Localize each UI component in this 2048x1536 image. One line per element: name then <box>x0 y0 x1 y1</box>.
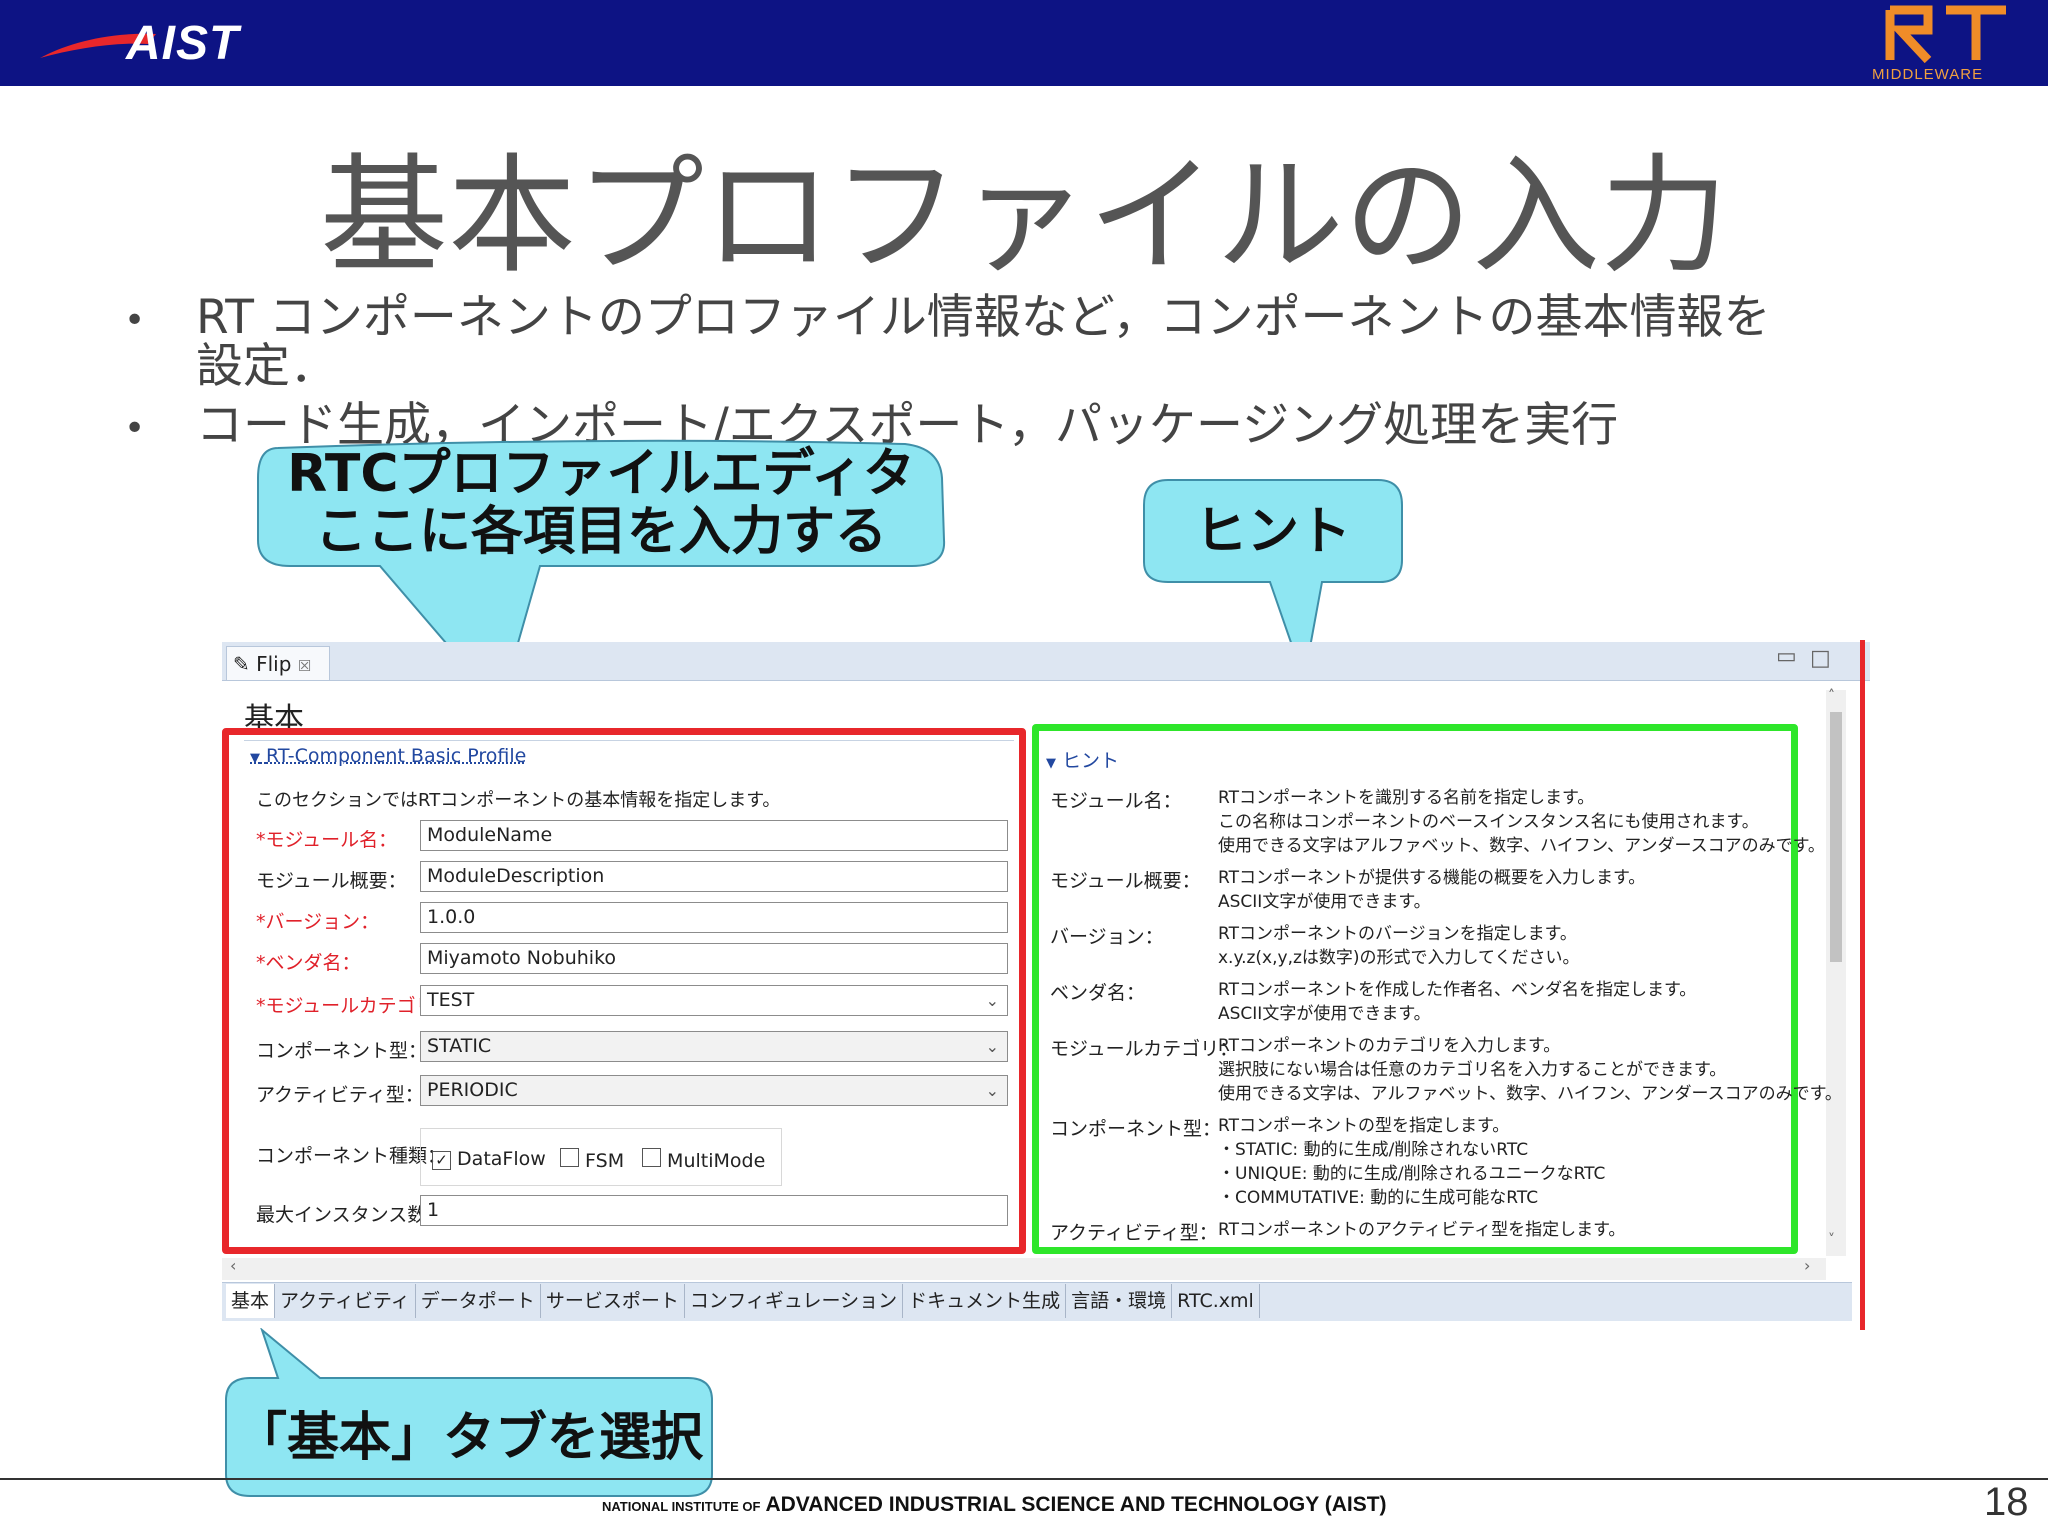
hint-text: ・COMMUTATIVE: 動的に生成可能なRTC <box>1218 1188 1539 1208</box>
tab-language-environment[interactable]: 言語・環境 <box>1066 1284 1173 1318</box>
wrench-icon: ✎ <box>233 652 250 676</box>
module-name-input[interactable]: ModuleName <box>420 820 1008 851</box>
hint-text: RTコンポーネントのカテゴリを入力します。 <box>1218 1036 1561 1056</box>
hint-text: この名称はコンポーネントのベースインスタンス名にも使用されます。 <box>1218 812 1759 832</box>
hint-text: ・STATIC: 動的に生成/削除されないRTC <box>1218 1140 1529 1160</box>
hint-text: RTコンポーネントを識別する名前を指定します。 <box>1218 788 1595 808</box>
editor-tabstrip <box>222 642 1870 681</box>
hint-text: x.y.z(x,y,zは数字)の形式で入力してください。 <box>1218 948 1580 968</box>
vertical-scrollbar-thumb[interactable] <box>1830 712 1842 962</box>
hint-label: モジュールカテゴリ： <box>1050 1038 1239 1060</box>
hint-text: 使用できる文字はアルファベット、数字、ハイフン、アンダースコアのみです。 <box>1218 836 1825 856</box>
section-title-basic-profile[interactable]: ▼ RT-Component Basic Profile <box>250 745 526 767</box>
module-description-input[interactable]: ModuleDescription <box>420 861 1008 892</box>
vendor-label: *ベンダ名： <box>256 952 361 974</box>
footer-institute-main: ADVANCED INDUSTRIAL SCIENCE AND TECHNOLO… <box>765 1493 1387 1516</box>
scroll-down-icon[interactable]: ˅ <box>1828 1232 1835 1248</box>
component-kind-label: コンポーネント種類： <box>256 1145 447 1167</box>
horizontal-scrollbar[interactable] <box>222 1258 1826 1280</box>
scroll-up-icon[interactable]: ˄ <box>1828 688 1835 704</box>
footer-institute: NATIONAL INSTITUTE OF ADVANCED INDUSTRIA… <box>602 1493 1387 1517</box>
chevron-down-icon[interactable]: ⌄ <box>986 1032 999 1061</box>
hint-text: ASCII文字が使用できます。 <box>1218 892 1431 912</box>
checkbox-checked-icon[interactable]: ✓ <box>432 1151 451 1170</box>
tab-configuration[interactable]: コンフィギュレーション <box>685 1284 904 1318</box>
activity-type-combo[interactable]: PERIODIC ⌄ <box>420 1075 1008 1106</box>
module-category-value: TEST <box>427 989 475 1011</box>
editor-callout-line-1: RTCプロファイルエディタ <box>287 444 915 504</box>
minimize-icon[interactable]: ▭ <box>1776 644 1797 669</box>
scroll-right-icon[interactable]: › <box>1804 1256 1810 1275</box>
hint-label: アクティビティ型： <box>1050 1222 1218 1244</box>
hint-label: モジュール名： <box>1050 790 1182 812</box>
hint-label: コンポーネント型： <box>1050 1118 1222 1140</box>
tab-serviceport[interactable]: サービスポート <box>541 1284 685 1318</box>
fsm-checkbox[interactable]: FSM <box>560 1148 624 1172</box>
checkbox-unchecked-icon[interactable] <box>560 1148 579 1167</box>
checkbox-unchecked-icon[interactable] <box>642 1148 661 1167</box>
hint-text: RTコンポーネントのバージョンを指定します。 <box>1218 924 1577 944</box>
tab-dataport[interactable]: データポート <box>416 1284 541 1318</box>
hint-label: バージョン： <box>1050 926 1164 948</box>
hint-text: ・UNIQUE: 動的に生成/削除されるユニークなRTC <box>1218 1164 1606 1184</box>
component-type-value: STATIC <box>427 1035 492 1057</box>
hint-text: 使用できる文字は、アルファベット、数字、ハイフン、アンダースコアのみです。 <box>1218 1084 1842 1104</box>
screenshot-edge-marker <box>1860 640 1865 1330</box>
component-type-label: コンポーネント型： <box>256 1040 428 1062</box>
version-label: *バージョン： <box>256 911 380 933</box>
version-input[interactable]: 1.0.0 <box>420 902 1008 933</box>
chevron-down-icon[interactable]: ⌄ <box>986 1076 999 1105</box>
module-category-combo[interactable]: TEST ⌄ <box>420 985 1008 1016</box>
multimode-label: MultiMode <box>667 1150 766 1172</box>
tab-basic[interactable]: 基本 <box>226 1284 276 1318</box>
bottom-tabs: 基本 アクティビティ データポート サービスポート コンフィギュレーション ドキ… <box>226 1284 1260 1318</box>
module-description-label: モジュール概要： <box>256 870 407 892</box>
tab-activity[interactable]: アクティビティ <box>275 1284 416 1318</box>
dataflow-label: DataFlow <box>457 1148 546 1170</box>
hint-text: 選択肢にない場合は任意のカテゴリ名を入力することができます。 <box>1218 1060 1727 1080</box>
tab-rtc-xml[interactable]: RTC.xml <box>1172 1284 1260 1318</box>
hint-section-title-text: ヒント <box>1062 750 1120 772</box>
page-number: 18 <box>1984 1480 2029 1524</box>
component-type-combo[interactable]: STATIC ⌄ <box>420 1031 1008 1062</box>
activity-type-value: PERIODIC <box>427 1079 518 1101</box>
max-instances-input[interactable]: 1 <box>420 1195 1008 1226</box>
hint-text: RTコンポーネントのアクティビティ型を指定します。 <box>1218 1220 1626 1240</box>
multimode-checkbox[interactable]: MultiMode <box>642 1148 765 1172</box>
editor-tab-flip[interactable]: ✎ Flip ☒ <box>226 646 330 680</box>
chevron-down-icon[interactable]: ⌄ <box>986 986 999 1015</box>
select-tab-callout-text: 「基本」タブを選択 <box>234 1408 703 1468</box>
footer-divider <box>0 1478 2048 1480</box>
hint-text: RTコンポーネントを作成した作者名、ベンダ名を指定します。 <box>1218 980 1697 1000</box>
hint-label: モジュール概要： <box>1050 870 1201 892</box>
editor-tab-label: Flip <box>256 652 292 676</box>
footer-institute-small: NATIONAL INSTITUTE OF <box>602 1499 761 1514</box>
editor-callout-line-2: ここに各項目を入力する <box>314 502 887 562</box>
close-icon[interactable]: ☒ <box>298 657 311 675</box>
module-name-label: *モジュール名： <box>256 829 398 851</box>
hint-text: ASCII文字が使用できます。 <box>1218 1004 1431 1024</box>
hint-callout-text: ヒント <box>1194 502 1351 562</box>
chevron-down-icon: ▼ <box>1046 756 1056 771</box>
hint-label: ベンダ名： <box>1050 982 1146 1004</box>
section-divider <box>244 740 1014 741</box>
hint-text: RTコンポーネントが提供する機能の概要を入力します。 <box>1218 868 1646 888</box>
scroll-left-icon[interactable]: ‹ <box>230 1256 236 1275</box>
fsm-label: FSM <box>585 1150 625 1172</box>
tab-documentation[interactable]: ドキュメント生成 <box>903 1284 1067 1318</box>
max-instances-label: 最大インスタンス数： <box>256 1204 446 1226</box>
chevron-down-icon: ▼ <box>250 751 260 766</box>
dataflow-checkbox[interactable]: ✓ DataFlow <box>432 1148 546 1170</box>
hint-text: RTコンポーネントの型を指定します。 <box>1218 1116 1510 1136</box>
maximize-icon[interactable]: □ <box>1810 646 1831 671</box>
hint-section-title[interactable]: ▼ ヒント <box>1046 746 1119 773</box>
activity-type-label: アクティビティ型： <box>256 1084 424 1106</box>
section-title-text: RT-Component Basic Profile <box>266 745 527 767</box>
section-description: このセクションではRTコンポーネントの基本情報を指定します。 <box>256 790 781 811</box>
vendor-input[interactable]: Miyamoto Nobuhiko <box>420 943 1008 974</box>
